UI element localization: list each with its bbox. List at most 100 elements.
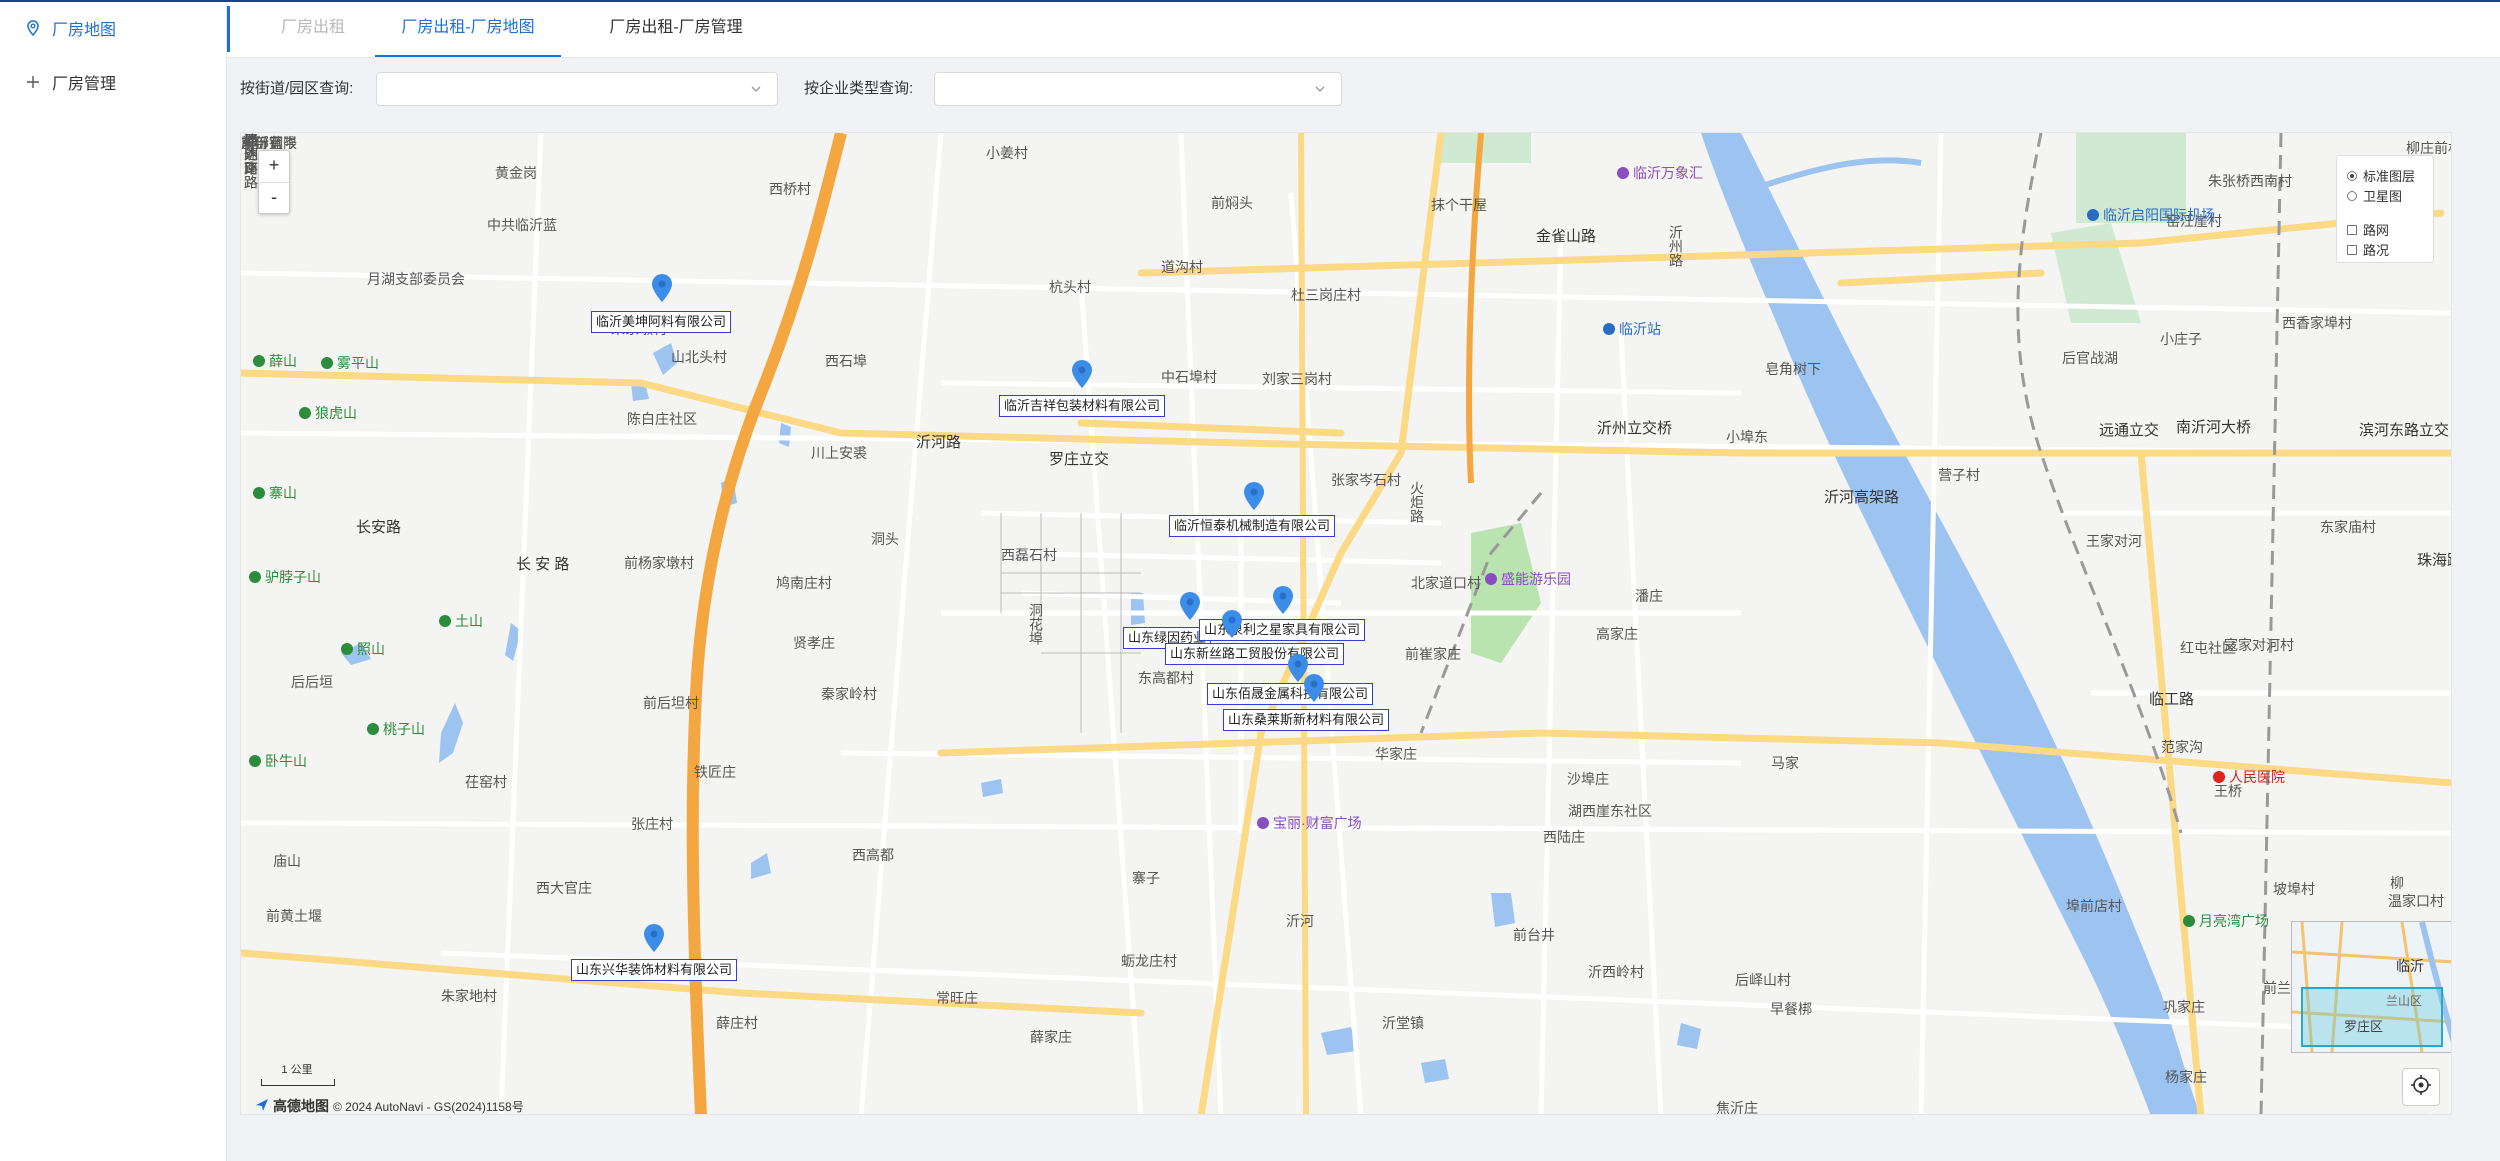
map-place-label: 寨子 — [1132, 870, 1160, 886]
map-marker-label[interactable]: 临沂恒泰机械制造有限公司 — [1169, 515, 1336, 537]
mountain-poi-icon — [253, 487, 265, 499]
map-place-label: 朱家地村 — [441, 988, 497, 1004]
overview-label: 兰山区 — [2386, 994, 2423, 1008]
map-place-label: 焦沂庄 — [1716, 1100, 1758, 1115]
map-place-label: 刘家三岗村 — [1262, 371, 1332, 387]
map-place-label: 前台井 — [1513, 927, 1555, 943]
map-marker-pin-icon[interactable] — [1221, 609, 1243, 639]
map-poi[interactable]: 临沂站 — [1603, 319, 1661, 339]
map-poi[interactable]: 卧牛山 — [249, 751, 307, 771]
map-marker-label[interactable]: 临沂美坤阿料有限公司 — [591, 311, 732, 333]
map-place-label: 月湖支部委员会 — [367, 271, 465, 287]
tab-factory-rent[interactable]: 厂房出租 — [275, 2, 351, 57]
tab-bar-accent — [227, 6, 230, 52]
map-place-label: 张家岑石村 — [1331, 472, 1401, 488]
map-place-label: 朱张桥西南村 — [2208, 173, 2292, 189]
shopping-icon — [1617, 167, 1629, 179]
layer-roadnet-option[interactable]: 路网 — [2347, 220, 2389, 239]
map-place-label: 杨家庄 — [2165, 1069, 2207, 1085]
map-poi[interactable]: 土山 — [439, 611, 483, 631]
map-marker-label[interactable]: 山东佰晟金属科技有限公司 — [1207, 683, 1374, 705]
layer-standard-option[interactable]: 标准图层 — [2347, 166, 2415, 185]
map-poi[interactable]: 宝丽·财富广场 — [1257, 813, 1362, 833]
tab-factory-rent-map[interactable]: 厂房出租-厂房地图 — [375, 2, 561, 57]
map-marker-label[interactable]: 临沂吉祥包装材料有限公司 — [999, 395, 1166, 417]
map-place-label: 潘庄 — [1635, 588, 1663, 604]
zoom-out-button[interactable]: - — [259, 183, 289, 214]
street-filter-label: 按街道/园区查询: — [240, 80, 354, 97]
map-poi[interactable]: 寨山 — [253, 483, 297, 503]
map-poi[interactable]: 桃子山 — [367, 719, 425, 739]
type-filter-select[interactable] — [934, 72, 1342, 106]
map-poi[interactable]: 临沂启阳国际机场 — [2087, 205, 2215, 225]
map-marker-pin-icon[interactable] — [1243, 481, 1265, 511]
mountain-poi-icon — [253, 355, 265, 367]
map-poi[interactable]: 驴脖子山 — [249, 567, 321, 587]
zoom-in-button[interactable]: + — [259, 151, 289, 183]
map-poi-label: 宝丽·财富广场 — [1273, 815, 1362, 831]
map-poi[interactable]: 月亮湾广场 — [2183, 911, 2269, 931]
map-poi-label: 月亮湾广场 — [2199, 913, 2269, 929]
amap-logo-icon — [255, 1098, 269, 1115]
map-overview[interactable]: 临沂 兰山区 罗庄区 — [2291, 921, 2451, 1053]
map-poi-label: 照山 — [357, 641, 385, 657]
map-place-label: 前焖头 — [1211, 195, 1253, 211]
map-marker-pin-icon[interactable] — [1303, 673, 1325, 703]
map-marker-pin-icon[interactable] — [651, 273, 673, 303]
map-marker-pin-icon[interactable] — [1272, 585, 1294, 615]
map-place-label: 华家庄 — [1375, 746, 1417, 762]
map-place-label: 蛎龙庄村 — [1121, 953, 1177, 969]
transport-icon — [1603, 323, 1615, 335]
locate-button[interactable] — [2402, 1068, 2440, 1106]
overview-label: 临沂 — [2396, 958, 2424, 974]
map-place-label: 后峄山村 — [1735, 972, 1791, 988]
map-place-label: 前崔家庄 — [1405, 646, 1461, 662]
map-marker-pin-icon[interactable] — [1179, 591, 1201, 621]
map-place-label: 沂河路 — [916, 434, 962, 451]
map-place-label: 前黄土堰 — [266, 908, 322, 924]
map-place-label: 西大官庄 — [536, 880, 592, 896]
map-poi[interactable]: 临沂万象汇 — [1617, 163, 1703, 183]
map-poi[interactable]: 狼虎山 — [299, 403, 357, 423]
layer-traffic-option[interactable]: 路况 — [2347, 240, 2389, 259]
mountain-poi-icon — [341, 643, 353, 655]
map-marker-label[interactable]: 山东新丝路工贸股份有限公司 — [1165, 643, 1345, 665]
map-place-label: 东高都村 — [1138, 670, 1194, 686]
map-place-label: 马家 — [1771, 755, 1799, 771]
map-place-label: 西磊石村 — [1001, 547, 1057, 563]
map-place-label: 埠前店村 — [2066, 898, 2122, 914]
chevron-down-icon — [1313, 82, 1327, 101]
map-marker-label[interactable]: 山东兴华装饰材料有限公司 — [571, 959, 738, 981]
map-poi[interactable]: 人民医院 — [2213, 767, 2285, 787]
sidebar-item-factory-manage[interactable]: 厂房管理 — [0, 56, 226, 108]
map-place-label: 巩家庄 — [2163, 999, 2205, 1015]
map-poi[interactable]: 薛山 — [253, 351, 297, 371]
map-place-label: 前杨家墩村 — [624, 555, 694, 571]
map-place-label: 道沟村 — [1161, 259, 1203, 275]
map-marker-label[interactable]: 山东桑莱斯新材料有限公司 — [1223, 709, 1390, 731]
sidebar-item-factory-map[interactable]: 厂房地图 — [0, 2, 226, 54]
map-place-label: 沂河 — [1286, 913, 1314, 929]
map-poi[interactable]: 盛能游乐园 — [1485, 569, 1571, 589]
map-place-label: 珠海路 — [2417, 552, 2451, 569]
map-marker-pin-icon[interactable] — [643, 923, 665, 953]
mountain-poi-icon — [321, 357, 333, 369]
map-attribution: 高德地图 © 2024 AutoNavi - GS(2024)1158号 — [255, 1096, 524, 1115]
map-place-label: 临工路 — [2149, 691, 2195, 708]
radio-checked-icon — [2347, 170, 2357, 181]
layer-satellite-option[interactable]: 卫星图 — [2347, 186, 2402, 205]
map-place-label: 王家对河 — [2086, 533, 2142, 549]
map-poi-label: 临沂站 — [1619, 321, 1661, 337]
map-place-label: 火炬路 — [1409, 481, 1425, 523]
street-filter-select[interactable] — [376, 72, 778, 106]
overview-label: 罗庄区 — [2344, 1019, 2384, 1034]
tab-factory-rent-manage[interactable]: 厂房出租-厂房管理 — [583, 2, 769, 57]
map-poi[interactable]: 雾平山 — [321, 353, 379, 373]
mountain-poi-icon — [249, 755, 261, 767]
layer-standard-label: 标准图层 — [2363, 169, 2416, 184]
map-canvas[interactable]: 黄金岗 西桥村 小姜村 前焖头 抹个干屋 金雀山路 沂州路 杜三岗庄村 杭头村 道沟村 中共临沂蓝月… — [240, 132, 2452, 1115]
map-place-label: 南沂河大桥 — [2176, 419, 2252, 436]
map-marker-pin-icon[interactable] — [1071, 359, 1093, 389]
map-poi[interactable]: 照山 — [341, 639, 385, 659]
transport-icon — [2087, 209, 2099, 221]
